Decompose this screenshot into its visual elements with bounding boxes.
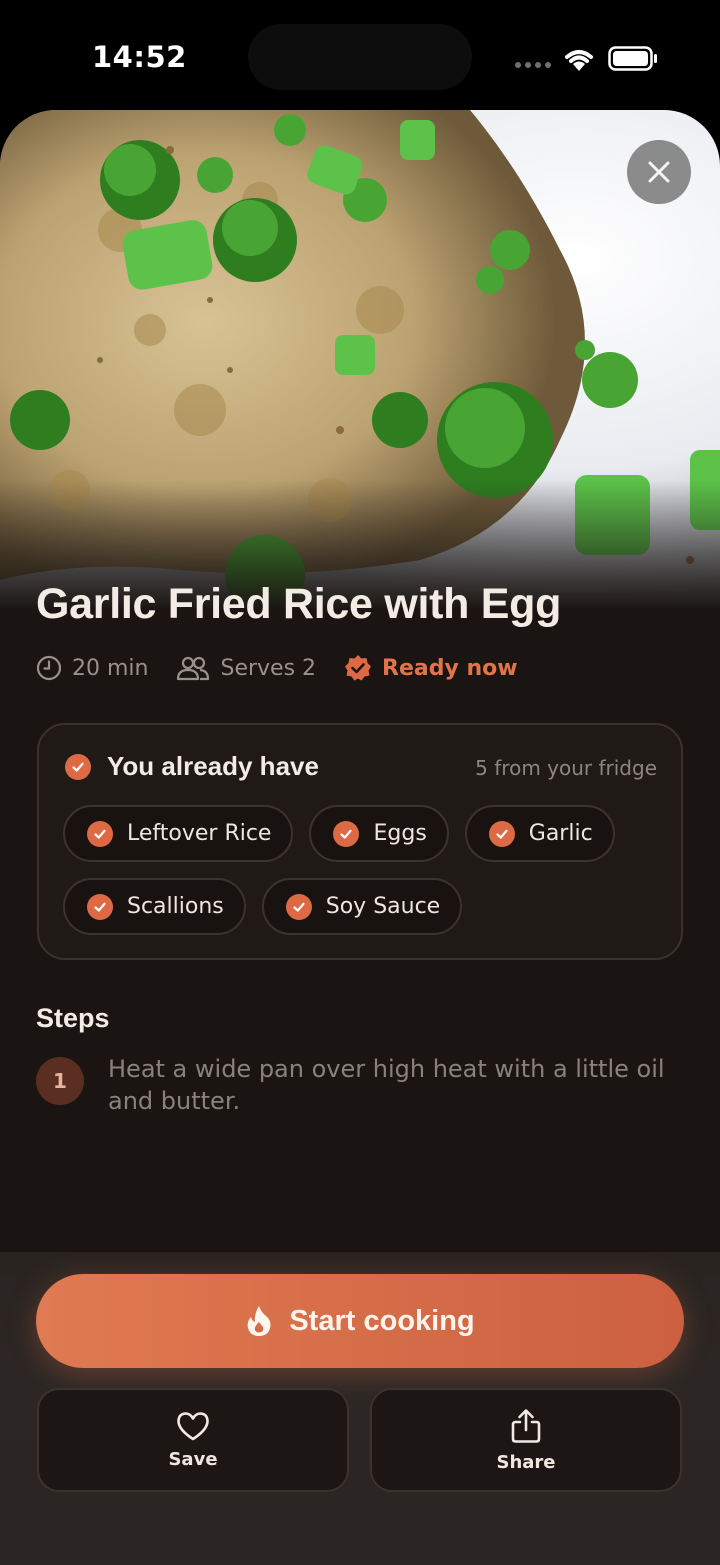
share-label: Share [496,1451,556,1473]
flame-icon [247,1306,271,1336]
steps-heading: Steps [36,1003,110,1033]
status-bar: 14:52 [0,0,720,112]
check-icon [285,893,312,920]
ingredient-chip-label: Leftover Rice [127,821,272,846]
start-cooking-button[interactable]: Start cooking [36,1274,684,1368]
ingredient-chip-label: Garlic [528,821,593,846]
cellular-signal-icon [515,62,551,68]
ingredient-chip-label: Eggs [373,821,427,846]
step-item: 1 Heat a wide pan over high heat with a … [36,1053,676,1117]
check-icon [87,893,113,920]
check-icon [488,820,515,847]
check-icon [333,820,360,847]
ingredient-chip[interactable]: Eggs [309,805,449,862]
have-card-count: 5 from your fridge [475,756,657,780]
recipe-hero-image [0,110,720,610]
dynamic-island [248,24,472,90]
meta-ready: Ready now [344,654,518,682]
meta-serves-label: Serves 2 [220,655,317,681]
share-button[interactable]: Share [370,1388,682,1492]
close-icon [648,161,670,183]
ingredient-chip[interactable]: Garlic [464,805,615,862]
meta-time-label: 20 min [72,655,149,681]
save-button[interactable]: Save [37,1388,349,1492]
ingredient-chips: Leftover Rice Eggs Garlic Scallions Soy … [63,805,663,935]
have-card-title: You already have [107,751,319,781]
verified-badge-icon [345,655,372,681]
close-button[interactable] [627,140,691,204]
ingredient-chip[interactable]: Leftover Rice [63,805,294,862]
battery-icon [608,46,657,71]
check-icon [65,753,91,780]
clock-icon [36,655,62,681]
save-label: Save [168,1448,218,1470]
meta-time: 20 min [36,655,148,681]
meta-ready-label: Ready now [382,655,518,681]
meta-serves: Serves 2 [176,655,316,681]
heart-icon [177,1411,209,1440]
people-icon [177,656,210,681]
step-number: 1 [36,1057,84,1105]
ingredient-chip-label: Soy Sauce [325,894,441,919]
check-icon [87,820,113,847]
wifi-icon [565,50,593,71]
recipe-detail-screen: 14:52 Garlic Fried Rice with Egg 20 min … [0,0,720,1565]
start-cooking-label: Start cooking [289,1304,475,1337]
recipe-meta-row: 20 min Serves 2 Ready now [36,650,518,686]
ingredient-chip[interactable]: Soy Sauce [261,878,463,935]
ingredient-chip-label: Scallions [127,894,224,919]
step-text: Heat a wide pan over high heat with a li… [108,1055,665,1115]
status-time: 14:52 [92,40,187,74]
recipe-title: Garlic Fried Rice with Egg [36,580,562,628]
ingredients-have-card: You already have 5 from your fridge Left… [37,723,683,960]
bottom-action-panel: Start cooking Save Share [0,1252,720,1565]
ingredient-chip[interactable]: Scallions [63,878,246,935]
have-card-header: You already have [65,751,319,782]
share-icon [511,1408,541,1443]
